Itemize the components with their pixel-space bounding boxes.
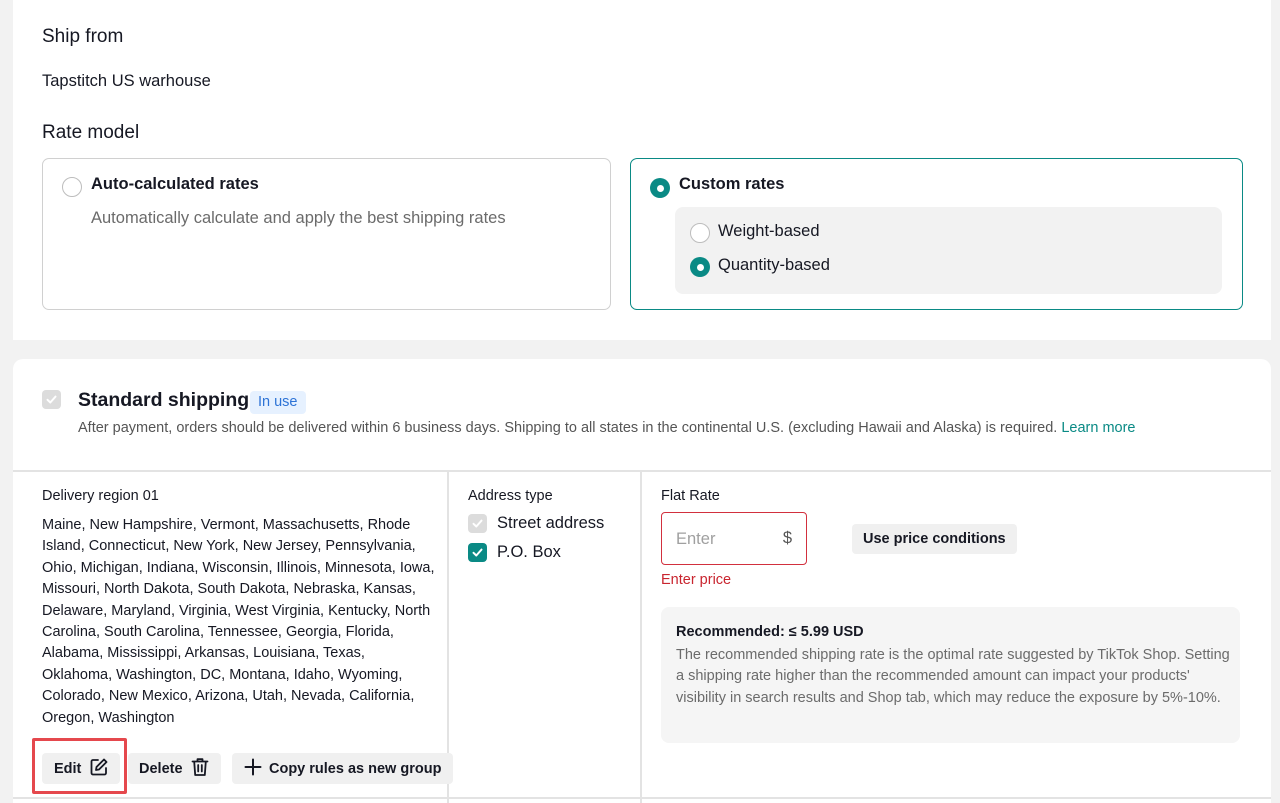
quantity-based-radio[interactable]	[690, 257, 710, 277]
quantity-based-label[interactable]: Quantity-based	[718, 256, 830, 275]
edit-button[interactable]: Edit	[42, 753, 121, 784]
standard-shipping-description-text: After payment, orders should be delivere…	[78, 420, 1058, 436]
delete-button[interactable]: Delete	[128, 753, 221, 784]
standard-shipping-card: Standard shipping In use After payment, …	[13, 359, 1271, 803]
price-error-message: Enter price	[661, 572, 732, 588]
flat-rate-input[interactable]	[676, 527, 771, 551]
bottom-divider	[13, 797, 1271, 799]
plus-icon	[243, 757, 263, 781]
street-address-checkbox	[468, 514, 487, 533]
flat-rate-input-wrapper[interactable]: $	[661, 512, 807, 565]
delivery-region-title: Delivery region 01	[42, 488, 159, 504]
copy-rules-label: Copy rules as new group	[269, 760, 442, 777]
in-use-badge: In use	[250, 391, 306, 414]
weight-based-label[interactable]: Weight-based	[718, 222, 820, 241]
custom-rates-subpanel: Weight-based Quantity-based	[675, 207, 1222, 294]
ship-from-title: Ship from	[42, 26, 124, 47]
po-box-label[interactable]: P.O. Box	[497, 543, 561, 562]
use-price-conditions-button[interactable]: Use price conditions	[852, 524, 1017, 554]
auto-rates-radio[interactable]	[62, 177, 82, 197]
table-divider	[13, 470, 1271, 472]
flat-rate-title: Flat Rate	[661, 488, 720, 504]
copy-rules-button[interactable]: Copy rules as new group	[232, 753, 454, 784]
auto-rates-label: Auto-calculated rates	[91, 175, 259, 193]
po-box-checkbox[interactable]	[468, 543, 487, 562]
recommended-rate-body: The recommended shipping rate is the opt…	[676, 647, 1230, 706]
standard-shipping-title: Standard shipping	[78, 389, 250, 411]
delivery-region-states: Maine, New Hampshire, Vermont, Massachus…	[42, 517, 435, 726]
trash-icon	[191, 757, 209, 781]
column-divider-2	[640, 470, 642, 803]
delete-label: Delete	[139, 760, 183, 777]
standard-shipping-checkbox	[42, 390, 61, 409]
custom-rates-radio[interactable]	[650, 178, 670, 198]
ship-from-value: Tapstitch US warhouse	[42, 72, 211, 90]
custom-rates-label: Custom rates	[679, 175, 785, 193]
currency-symbol: $	[782, 529, 792, 547]
custom-rates-option[interactable]: Custom rates Weight-based Quantity-based	[630, 158, 1243, 310]
edit-icon	[89, 757, 109, 781]
auto-rates-description: Automatically calculate and apply the be…	[91, 209, 506, 227]
edit-label: Edit	[54, 760, 82, 777]
street-address-label: Street address	[497, 514, 605, 532]
weight-based-radio[interactable]	[690, 223, 710, 243]
auto-calculated-rates-option[interactable]: Auto-calculated rates Automatically calc…	[42, 158, 611, 310]
address-type-title: Address type	[468, 488, 553, 504]
learn-more-link[interactable]: Learn more	[1061, 420, 1135, 436]
rate-model-title: Rate model	[42, 122, 140, 143]
standard-shipping-description: After payment, orders should be delivere…	[78, 420, 1135, 436]
recommended-rate-panel: Recommended: ≤ 5.99 USD The recommended …	[661, 607, 1240, 743]
recommended-rate-title: Recommended: ≤ 5.99 USD	[676, 624, 864, 640]
shipping-settings-card: Ship from Tapstitch US warhouse Rate mod…	[13, 0, 1271, 340]
